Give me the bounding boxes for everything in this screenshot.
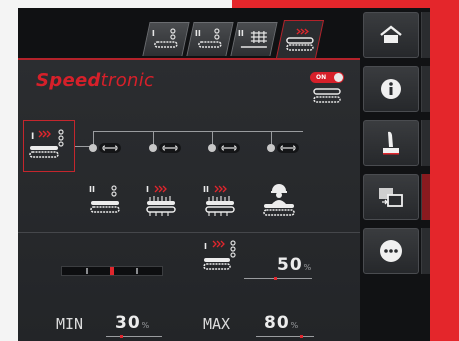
speed-unit: % bbox=[303, 263, 313, 272]
min-label: MIN bbox=[56, 315, 84, 333]
speedtronic-conveyor-icon bbox=[313, 88, 341, 103]
side-edge-active bbox=[421, 174, 430, 220]
home-icon bbox=[380, 25, 402, 43]
side-edge bbox=[421, 12, 430, 58]
coupling-icon bbox=[89, 143, 121, 153]
speed-value[interactable]: 50% bbox=[277, 255, 312, 275]
coupling-icon bbox=[149, 143, 181, 153]
terminal-screen: I II II Speedtronic ON I II I II I 50% M… bbox=[18, 8, 430, 341]
unit-chain-conveyor[interactable]: II bbox=[86, 182, 126, 218]
info-button[interactable] bbox=[363, 66, 419, 112]
unit-roman: II bbox=[89, 185, 95, 194]
more-icon bbox=[380, 240, 402, 262]
selected-unit-roman: I bbox=[31, 132, 34, 142]
screen-switch-icon bbox=[379, 188, 403, 207]
side-edge bbox=[421, 120, 430, 166]
coupling-icon bbox=[208, 143, 240, 153]
unit-brush-conveyor-1[interactable]: I bbox=[142, 182, 182, 218]
max-underline bbox=[256, 335, 314, 338]
info-icon bbox=[381, 79, 401, 99]
tab-bar: I II II bbox=[18, 8, 360, 60]
side-menu bbox=[360, 8, 430, 341]
speed-underline bbox=[244, 277, 312, 280]
max-unit: % bbox=[290, 321, 300, 330]
level-marker bbox=[110, 267, 114, 275]
on-switch[interactable]: ON bbox=[310, 72, 344, 83]
brand-name-part2: tronic bbox=[100, 70, 155, 91]
unit-roman: I bbox=[146, 185, 149, 194]
side-edge bbox=[421, 66, 430, 112]
tab-roman: I bbox=[152, 29, 155, 38]
tab-conveyor-1[interactable]: I bbox=[142, 22, 190, 56]
min-unit: % bbox=[141, 321, 151, 330]
speed-conveyor-icon: I bbox=[203, 240, 236, 270]
joystick-button[interactable] bbox=[363, 120, 419, 166]
speed-conveyor-icon: I bbox=[29, 129, 64, 158]
brand-stripe-right bbox=[430, 0, 459, 341]
coupling-icon bbox=[267, 143, 299, 153]
tab-roman: II bbox=[238, 29, 244, 38]
min-value[interactable]: 30% bbox=[115, 313, 150, 333]
on-label: ON bbox=[316, 74, 327, 81]
speed-roman: I bbox=[204, 242, 207, 251]
speed-level-bar[interactable] bbox=[61, 266, 163, 276]
unit-operator-conveyor[interactable] bbox=[259, 182, 299, 218]
level-tick bbox=[136, 268, 138, 274]
more-button[interactable] bbox=[363, 228, 419, 274]
speedtronic-conveyor-icon bbox=[286, 28, 314, 51]
grid-conveyor-icon: II bbox=[238, 29, 267, 48]
conveyor-chain-icon: I bbox=[152, 27, 178, 48]
side-edge bbox=[421, 228, 430, 274]
screen-switch-button[interactable] bbox=[363, 174, 419, 220]
speed-number: 50 bbox=[277, 255, 303, 275]
tab-grid-conveyor[interactable]: II bbox=[230, 22, 278, 56]
max-number: 80 bbox=[264, 313, 290, 333]
min-number: 30 bbox=[115, 313, 141, 333]
brand-name-part1: Speed bbox=[36, 70, 101, 91]
panel-divider bbox=[18, 232, 360, 233]
min-underline bbox=[106, 335, 162, 338]
brand-logo: Speedtronic bbox=[36, 70, 154, 91]
tab-roman: II bbox=[195, 29, 201, 38]
conveyor-chain-icon: II bbox=[195, 27, 222, 48]
tab-speedtronic[interactable] bbox=[275, 20, 325, 58]
selected-unit[interactable]: I bbox=[23, 120, 75, 172]
max-label: MAX bbox=[203, 315, 231, 333]
home-button[interactable] bbox=[363, 12, 419, 58]
level-tick bbox=[86, 268, 88, 274]
power-toggle[interactable]: ON bbox=[310, 72, 344, 111]
tab-conveyor-2[interactable]: II bbox=[186, 22, 234, 56]
unit-roman: II bbox=[203, 185, 209, 194]
unit-brush-conveyor-2[interactable]: II bbox=[201, 182, 241, 218]
joystick-icon bbox=[383, 131, 399, 155]
main-panel: Speedtronic ON I II I II I 50% MIN 30% M… bbox=[18, 60, 360, 341]
max-value[interactable]: 80% bbox=[264, 313, 299, 333]
